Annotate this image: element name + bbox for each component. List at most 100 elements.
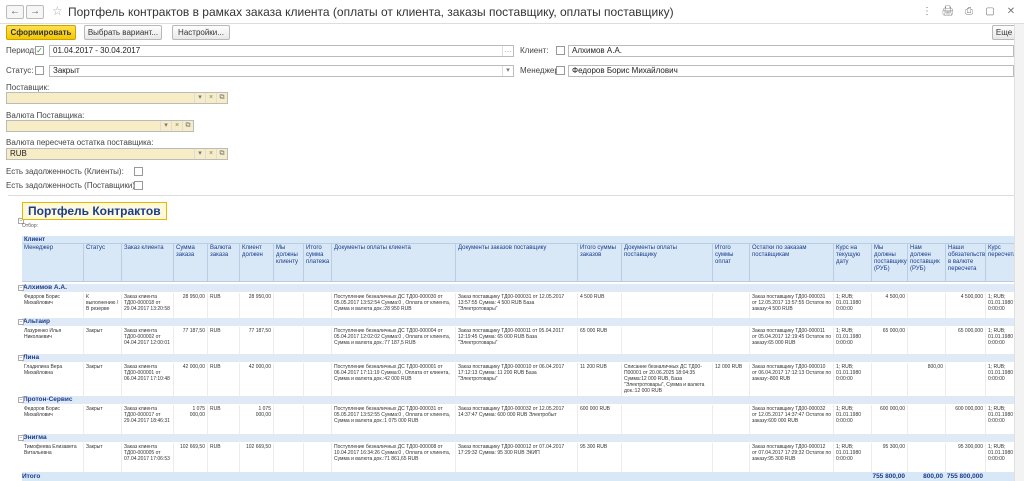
table-cell[interactable]: Федоров Борис Михайлович — [22, 293, 84, 321]
forward-button[interactable]: → — [26, 5, 44, 19]
clear-icon[interactable]: × — [205, 93, 216, 103]
table-cell[interactable]: Заказ поставщику ТД00-000032 от 12.05.20… — [750, 405, 834, 437]
clear-icon[interactable]: × — [205, 149, 216, 159]
group-row[interactable]: Алхимов А.А. — [22, 284, 1021, 292]
table-cell[interactable]: 77 187,50 — [174, 327, 208, 357]
period-checkbox[interactable]: ✓ — [35, 46, 44, 55]
debt-clients-checkbox[interactable] — [134, 167, 143, 176]
table-cell[interactable]: 65 000 RUB — [578, 327, 622, 357]
table-cell[interactable]: Заказ поставщику ТД00-000031 от 12.05.20… — [750, 293, 834, 321]
supplier-field[interactable]: ▾ × ⧉ — [6, 92, 228, 104]
period-field[interactable]: 01.04.2017 - 30.04.2017… — [49, 45, 514, 57]
open-icon[interactable]: ⧉ — [182, 121, 193, 131]
table-cell[interactable] — [908, 405, 946, 437]
status-field[interactable]: Закрыт ▾ — [49, 65, 514, 77]
table-cell[interactable]: Поступление безналичных ДС ТД00-000001 о… — [332, 363, 456, 399]
maximize-icon[interactable]: ▢ — [983, 5, 997, 19]
client-checkbox[interactable] — [556, 46, 565, 55]
status-checkbox[interactable] — [35, 66, 44, 75]
table-cell[interactable]: 600 000 RUB — [578, 405, 622, 437]
copy-icon[interactable]: ⎙ — [962, 5, 976, 19]
settings-button[interactable]: Настройки... — [172, 25, 230, 40]
print-icon[interactable]: 🖨 — [941, 5, 955, 19]
table-cell[interactable]: 1; RUB; 01.01.1980 0:00:00 — [834, 363, 872, 399]
table-cell[interactable] — [908, 293, 946, 321]
table-cell[interactable]: 1; RUB; 01.01.1980 0:00:00 — [834, 327, 872, 357]
table-cell[interactable] — [713, 293, 750, 321]
table-cell[interactable]: 4 500,000 — [946, 293, 986, 321]
table-cell[interactable]: Заказ клиента ТД00-000017 от 29.04.2017 … — [122, 405, 174, 437]
collapse-icon[interactable]: − — [18, 435, 24, 441]
table-cell[interactable] — [304, 293, 332, 321]
table-cell[interactable]: 600 000,000 — [946, 405, 986, 437]
open-icon[interactable]: ⧉ — [216, 149, 227, 159]
close-icon[interactable]: ✕ — [1004, 5, 1018, 19]
manager-checkbox[interactable] — [556, 66, 565, 75]
table-cell[interactable]: 42 000,00 — [174, 363, 208, 399]
table-cell[interactable]: RUB — [208, 363, 240, 399]
supplier-currency-field[interactable]: ▾ × ⧉ — [6, 120, 194, 132]
table-cell[interactable]: 65 000,00 — [872, 327, 908, 357]
generate-button[interactable]: Сформировать — [6, 25, 76, 40]
table-cell[interactable]: Заказ поставщику ТД00-000010 от 06.04.20… — [750, 363, 834, 399]
table-cell[interactable]: 1 075 000,00 — [174, 405, 208, 437]
table-cell[interactable]: 11 200 RUB — [578, 363, 622, 399]
table-cell[interactable]: Поступление безналичных ДС ТД00-000031 о… — [332, 405, 456, 437]
table-cell[interactable]: 42 000,00 — [240, 363, 274, 399]
collapse-icon[interactable]: − — [18, 285, 24, 291]
table-cell[interactable]: Закрыт — [84, 405, 122, 437]
table-cell[interactable]: Лазуренко Илья Николаевич — [22, 327, 84, 357]
table-cell[interactable]: RUB — [208, 405, 240, 437]
table-cell[interactable] — [908, 327, 946, 357]
table-cell[interactable]: Заказ поставщику ТД00-000011 от 05.04.20… — [750, 327, 834, 357]
table-cell[interactable]: 28 950,00 — [240, 293, 274, 321]
table-cell[interactable]: К выполнению / В резерве — [84, 293, 122, 321]
table-cell[interactable] — [946, 363, 986, 399]
table-cell[interactable]: Заказ поставщику ТД00-000032 от 12.05.20… — [456, 405, 578, 437]
select-variant-button[interactable]: Выбрать вариант... — [84, 25, 162, 40]
open-icon[interactable]: ⧉ — [216, 93, 227, 103]
chevron-down-icon[interactable]: ▾ — [194, 93, 205, 103]
table-cell[interactable]: Заказ клиента ТД00-000001 от 06.04.2017 … — [122, 363, 174, 399]
table-cell[interactable] — [274, 327, 304, 357]
table-cell[interactable] — [274, 293, 304, 321]
debt-suppliers-checkbox[interactable] — [134, 181, 143, 190]
table-cell[interactable]: Гладилина Вера Михайловна — [22, 363, 84, 399]
favorite-star-icon[interactable]: ☆ — [52, 4, 63, 18]
table-cell[interactable]: 1; RUB; 01.01.1980 0:00:00 — [834, 405, 872, 437]
report-area[interactable]: − Портфель Контрактов Отбор: Клиент Мене… — [8, 195, 1021, 481]
table-cell[interactable]: 4 500,00 — [872, 293, 908, 321]
more-button[interactable]: Еще — [992, 25, 1016, 40]
collapse-icon[interactable]: − — [18, 355, 24, 361]
chevron-down-icon[interactable]: ▾ — [502, 66, 513, 76]
table-cell[interactable]: Заказ поставщику ТД00-000011 от 05.04.20… — [456, 327, 578, 357]
table-cell[interactable]: Заказ поставщику ТД00-000031 от 12.05.20… — [456, 293, 578, 321]
client-field[interactable]: Алхимов А.А. — [568, 45, 1014, 57]
table-cell[interactable]: Заказ поставщику ТД00-000010 от 06.04.20… — [456, 363, 578, 399]
more-dots-icon[interactable]: … — [502, 46, 513, 56]
table-cell[interactable] — [713, 405, 750, 437]
manager-field[interactable]: Федоров Борис Михайлович — [568, 65, 1014, 77]
chevron-down-icon[interactable]: ▾ — [160, 121, 171, 131]
table-cell[interactable]: Поступление безналичных ДС ТД00-000004 о… — [332, 327, 456, 357]
table-cell[interactable]: 800,00 — [908, 363, 946, 399]
table-cell[interactable]: Закрыт — [84, 363, 122, 399]
table-cell[interactable]: 77 187,50 — [240, 327, 274, 357]
table-cell[interactable]: 1 075 000,00 — [240, 405, 274, 437]
table-cell[interactable] — [304, 363, 332, 399]
more-vertical-icon[interactable]: ⋮ — [920, 5, 934, 19]
table-cell[interactable] — [274, 363, 304, 399]
table-cell[interactable]: Федоров Борис Михайлович — [22, 405, 84, 437]
table-cell[interactable] — [622, 293, 713, 321]
clear-icon[interactable]: × — [171, 121, 182, 131]
recalc-currency-field[interactable]: RUB ▾ × ⧉ — [6, 148, 228, 160]
table-cell[interactable] — [274, 405, 304, 437]
table-cell[interactable] — [713, 327, 750, 357]
table-cell[interactable] — [304, 327, 332, 357]
table-cell[interactable]: 600 000,00 — [872, 405, 908, 437]
table-cell[interactable]: 1; RUB; 01.01.1980 0:00:00 — [834, 293, 872, 321]
table-cell[interactable] — [622, 327, 713, 357]
group-row[interactable]: Лина — [22, 354, 1021, 362]
table-cell[interactable] — [872, 363, 908, 399]
table-cell[interactable]: Закрыт — [84, 327, 122, 357]
